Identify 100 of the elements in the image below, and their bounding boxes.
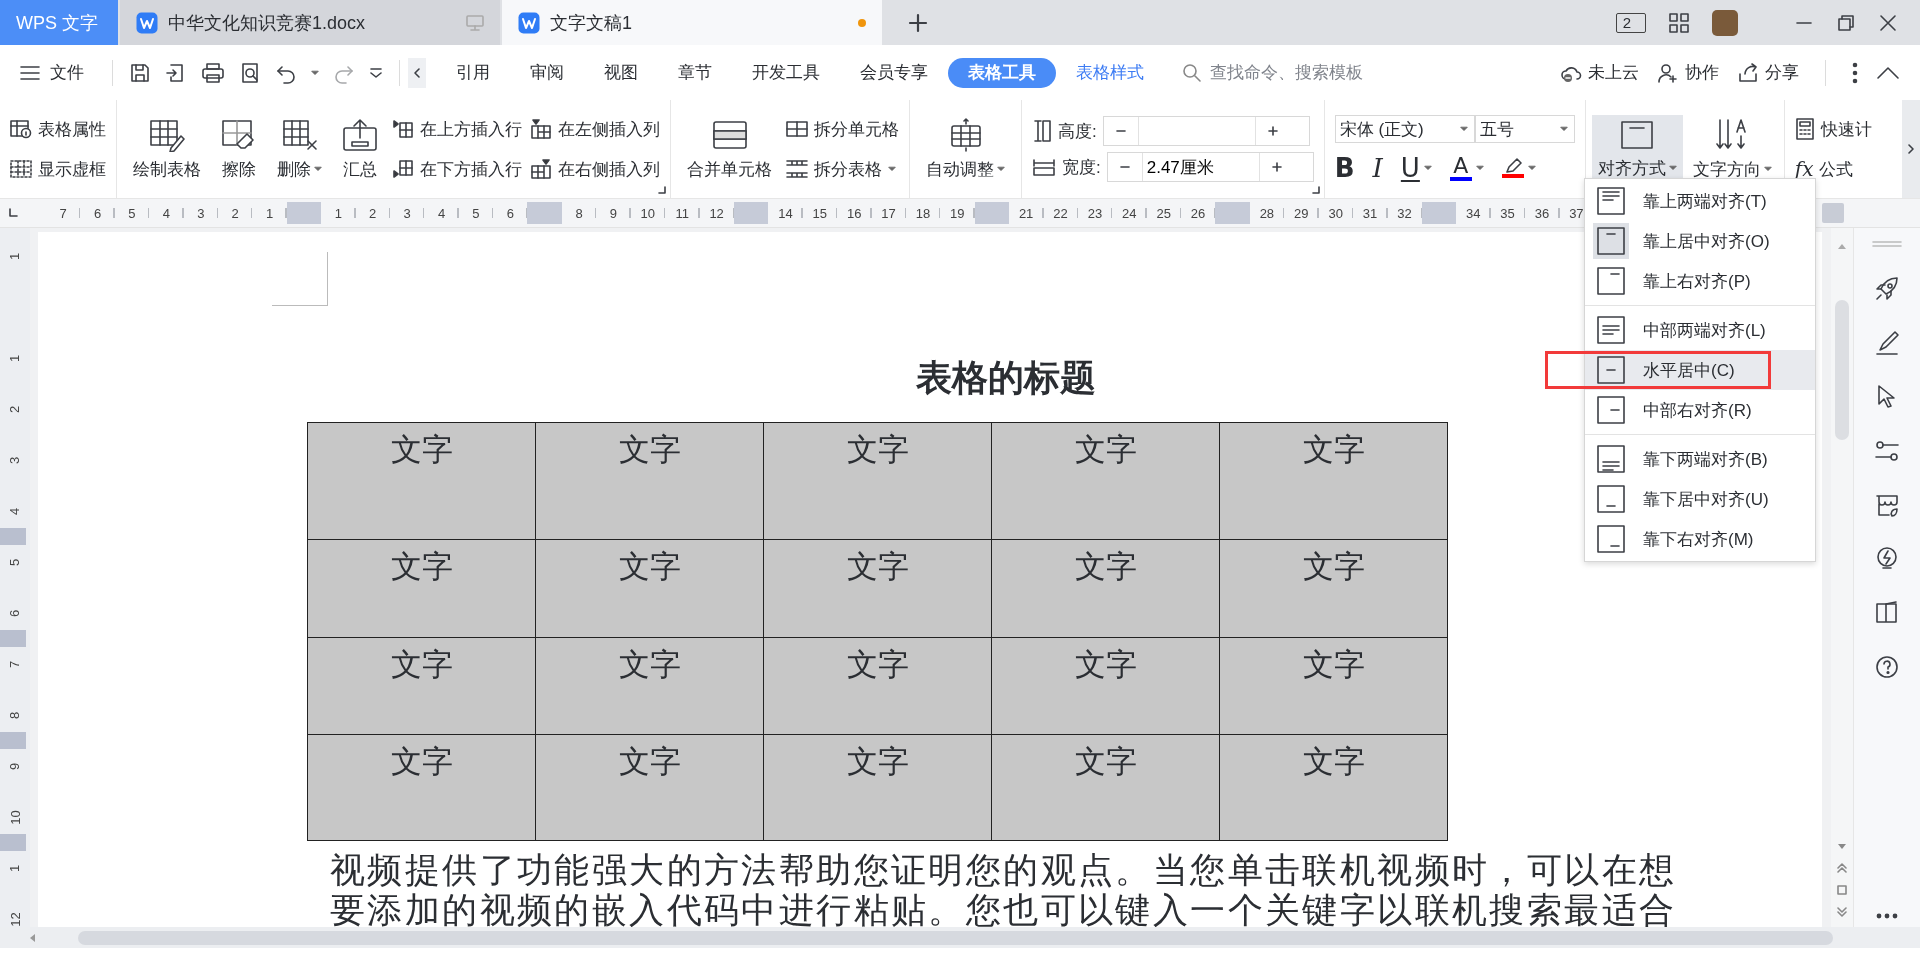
menu-item[interactable]: 中部两端对齐(L) (1585, 310, 1815, 350)
document-tab[interactable]: 文字文稿1 (502, 0, 882, 45)
more-options-icon[interactable] (1852, 61, 1858, 84)
more-icon[interactable] (1876, 913, 1898, 919)
collapse-ribbon-icon[interactable] (1876, 65, 1900, 80)
file-menu[interactable]: 文件 (20, 61, 104, 84)
menu-tab[interactable]: 引用 (436, 57, 510, 88)
store-icon[interactable] (1874, 492, 1900, 518)
format-button[interactable]: A (1449, 155, 1484, 181)
ribbon-button[interactable]: 在下方插入行 (392, 156, 522, 182)
print-icon[interactable] (201, 61, 225, 84)
align-top-center-icon (1619, 118, 1656, 151)
format-button[interactable]: I (1372, 155, 1383, 181)
tab-stop-icon[interactable] (8, 208, 18, 218)
ribbon-button[interactable]: 在左侧插入列 (530, 116, 660, 142)
group-launcher-icon[interactable] (658, 186, 666, 194)
menu-item[interactable]: 靠下两端对齐(B) (1585, 439, 1815, 479)
menu-tab[interactable]: 视图 (584, 57, 658, 88)
menu-tab[interactable]: 审阅 (510, 57, 584, 88)
ribbon-button[interactable]: 拆分表格 (786, 156, 899, 182)
ruler-marker[interactable] (1421, 202, 1456, 224)
format-button[interactable]: B (1334, 155, 1355, 181)
ruler-toggle[interactable] (1822, 203, 1844, 223)
toolbar-button[interactable]: 分享 (1737, 61, 1799, 84)
ruler-marker[interactable] (733, 202, 769, 224)
help-icon[interactable] (1874, 654, 1900, 680)
ruler-marker[interactable] (0, 528, 26, 545)
page-select-icon[interactable] (1837, 885, 1847, 895)
menu-item[interactable]: 靠下右对齐(M) (1585, 519, 1815, 559)
increase-icon[interactable] (1266, 125, 1279, 137)
ruler-number: 31 (1361, 205, 1379, 221)
menu-item[interactable]: 靠上居中对齐(O) (1585, 221, 1815, 261)
row-height-icon (1032, 119, 1052, 143)
ribbon-button[interactable]: fx 公式 (1794, 156, 1872, 182)
menu-item[interactable]: 靠下居中对齐(U) (1585, 479, 1815, 519)
menu-tab[interactable]: 开发工具 (732, 57, 840, 88)
sliders-icon[interactable] (1874, 438, 1900, 464)
ruler-marker[interactable] (0, 732, 26, 749)
format-button[interactable] (1501, 158, 1536, 178)
save-icon[interactable] (129, 61, 151, 84)
menu-tab[interactable]: 章节 (658, 57, 732, 88)
menu-item[interactable]: 靠上右对齐(P) (1585, 261, 1815, 301)
ribbon-button[interactable]: 表格属性 (10, 116, 106, 142)
size-field[interactable] (1102, 116, 1310, 146)
scroll-down-icon[interactable] (1837, 843, 1847, 851)
restore-icon[interactable] (1836, 12, 1856, 33)
font-size-dropdown[interactable]: 五号 (1474, 115, 1575, 143)
toolbar-button[interactable]: 协作 (1657, 61, 1719, 84)
menu-item[interactable]: 中部右对齐(R) (1585, 390, 1815, 430)
size-field[interactable]: 2.47厘米 (1106, 152, 1314, 182)
customize-caret-icon[interactable] (369, 67, 383, 78)
ruler-marker[interactable] (0, 630, 26, 647)
table-cell: 文字 (763, 539, 992, 638)
window-count[interactable]: 2 (1615, 12, 1646, 33)
toolbar-button[interactable]: 未上云 (1560, 61, 1639, 84)
next-page-icon[interactable] (1837, 907, 1847, 917)
ribbon-button[interactable]: 合并单元格 (681, 113, 778, 185)
ruler-marker[interactable] (527, 202, 562, 224)
ribbon-button[interactable]: 显示虚框 (10, 156, 106, 182)
caret-icon (311, 69, 319, 76)
ribbon-button[interactable]: 拆分单元格 (786, 116, 899, 142)
previous-page-icon[interactable] (1837, 863, 1847, 873)
ruler-number: 9 (7, 762, 23, 771)
avatar[interactable] (1712, 9, 1738, 36)
ruler-marker[interactable] (1215, 202, 1250, 224)
scroll-left-button[interactable] (408, 57, 426, 88)
chevron-left-icon (413, 66, 421, 79)
menu-tab[interactable]: 表格样式 (1056, 57, 1164, 88)
close-icon[interactable] (1878, 12, 1898, 33)
format-button[interactable]: U (1400, 155, 1432, 181)
ribbon-button[interactable]: 自动调整 (920, 113, 1011, 185)
lightning-bulb-icon[interactable] (1874, 546, 1900, 572)
ribbon-button[interactable]: 在上方插入行 (392, 116, 522, 142)
ribbon-button[interactable]: 删除 (271, 113, 328, 185)
new-tab-icon[interactable] (908, 12, 928, 33)
increase-icon[interactable] (1270, 161, 1283, 173)
group-launcher-icon[interactable] (1311, 186, 1320, 194)
ruler-number: 14 (777, 205, 794, 221)
scrollbar-thumb[interactable] (1835, 300, 1849, 440)
print-preview-icon[interactable] (239, 61, 261, 84)
document-tab[interactable]: 中华文化知识竞赛1.docx (120, 0, 500, 45)
ruler-marker[interactable] (0, 834, 26, 851)
ribbon-button[interactable]: 在右侧插入列 (530, 156, 660, 182)
ruler-number: 1 (333, 205, 343, 221)
size-input[interactable]: 2.47厘米 (1142, 153, 1259, 181)
ribbon-button[interactable]: 快速计 (1794, 116, 1872, 142)
search-field[interactable]: 查找命令、搜索模板 (1182, 61, 1382, 84)
ruler-marker[interactable] (286, 202, 322, 224)
ribbon-button[interactable]: 汇总 (336, 113, 384, 185)
ribbon-button[interactable]: 绘制表格 (127, 113, 207, 185)
font-name-dropdown[interactable]: 宋体 (正文) (1334, 115, 1475, 143)
drag-handle-icon[interactable] (1872, 240, 1902, 248)
rocket-icon[interactable] (1874, 276, 1900, 302)
ribbon-button[interactable]: 擦除 (215, 113, 263, 185)
pen-icon[interactable] (1874, 330, 1900, 356)
alignment-icon (1596, 524, 1626, 554)
book-icon[interactable] (1874, 600, 1900, 626)
ruler-marker[interactable] (974, 202, 1009, 224)
apps-grid-icon[interactable] (1668, 11, 1690, 34)
menu-tab[interactable]: 会员专享 (840, 57, 948, 88)
